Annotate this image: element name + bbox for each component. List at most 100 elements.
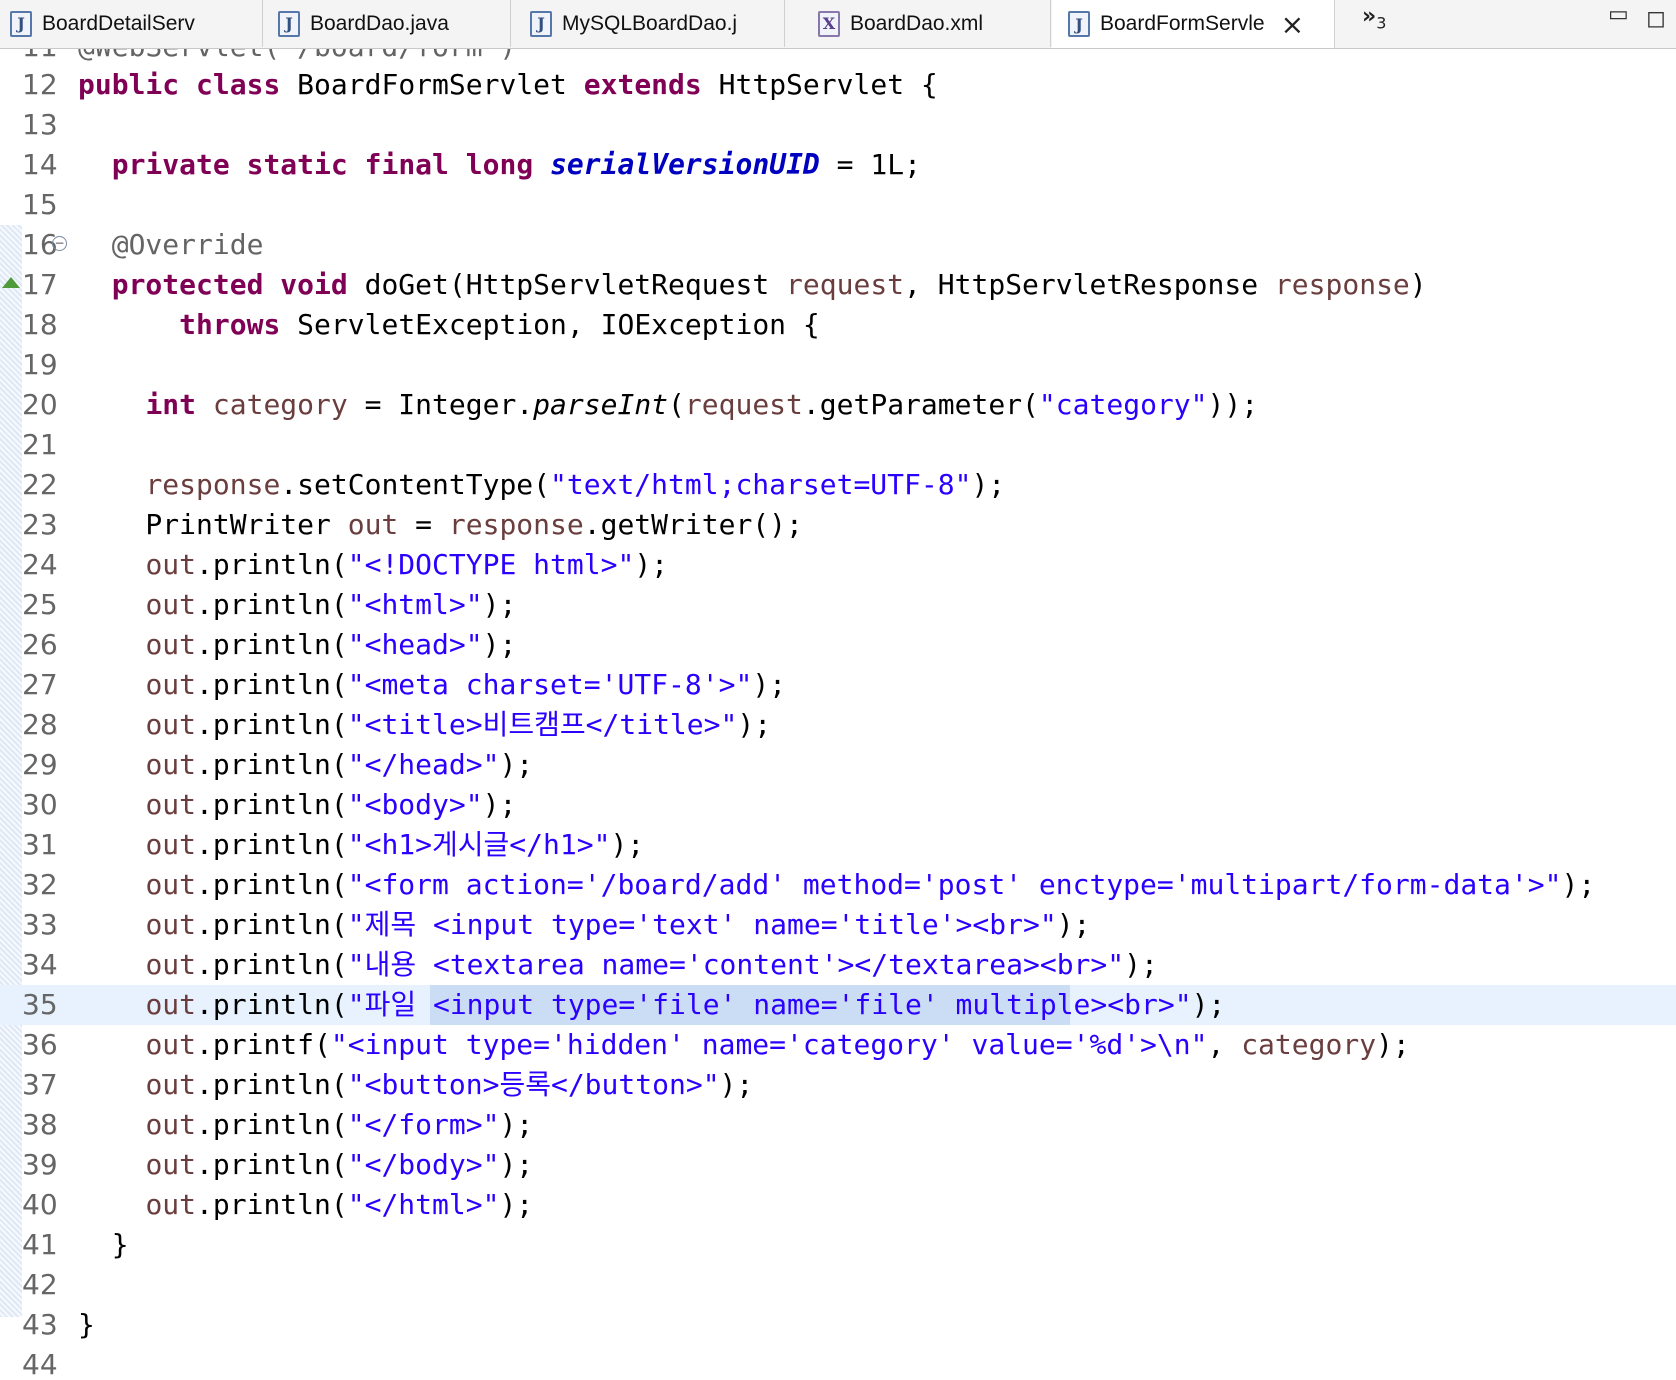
code-line-current: 35 out.println("파일 <input type='file' na… [0, 985, 1676, 1025]
code-text: @Override [111, 228, 264, 261]
line-number: 33 [22, 908, 58, 941]
override-marker-icon[interactable] [2, 277, 20, 288]
code-line: 25 out.println("<html>"); [0, 585, 1676, 625]
line-number: 12 [22, 68, 58, 101]
line-number: 38 [22, 1108, 58, 1141]
code-text: out.println("<html>"); [145, 588, 517, 621]
tab-board-detail-servlet[interactable]: J BoardDetailServ [0, 0, 263, 47]
tab-label: BoardDetailServ [42, 11, 195, 35]
line-number: 40 [22, 1188, 58, 1221]
code-text: out.println("<h1>게시글</h1>"); [145, 828, 645, 861]
line-number: 29 [22, 748, 58, 781]
code-line: 18 throws ServletException, IOException … [0, 305, 1676, 345]
code-text: } [78, 1308, 95, 1341]
java-file-icon: J [278, 10, 300, 37]
tab-board-dao-java[interactable]: J BoardDao.java [264, 0, 511, 47]
code-line: 12 public class BoardFormServlet extends… [0, 65, 1676, 105]
hidden-tab-count: 3 [1376, 13, 1387, 33]
code-line: 13 [0, 105, 1676, 145]
line-number: 42 [22, 1268, 58, 1301]
line-number: 37 [22, 1068, 58, 1101]
code-text: int category = Integer.parseInt(request.… [145, 388, 1259, 421]
java-file-icon: J [10, 10, 32, 37]
code-line: 36 out.printf("<input type='hidden' name… [0, 1025, 1676, 1065]
code-line: 43 } [0, 1305, 1676, 1345]
tab-overflow-button[interactable]: »3 [1362, 4, 1386, 32]
line-number: 43 [22, 1308, 58, 1341]
tab-mysql-board-dao[interactable]: J MySQLBoardDao.j [512, 0, 785, 47]
code-line: 31 out.println("<h1>게시글</h1>"); [0, 825, 1676, 865]
tab-label: MySQLBoardDao.j [562, 11, 738, 35]
tab-board-form-servlet[interactable]: J BoardFormServle × [1052, 0, 1335, 48]
line-number: 23 [22, 508, 58, 541]
line-number: 26 [22, 628, 58, 661]
minimize-icon[interactable]: ▭ [1608, 2, 1629, 27]
line-number: 27 [22, 668, 58, 701]
code-line: 19 [0, 345, 1676, 385]
line-number: 18 [22, 308, 58, 341]
code-text: out.println("파일 <input type='file' name=… [145, 988, 1226, 1021]
code-text: response.setContentType("text/html;chars… [145, 468, 1006, 501]
code-line: 15 [0, 185, 1676, 225]
line-number: 36 [22, 1028, 58, 1061]
line-number: 32 [22, 868, 58, 901]
line-number: 22 [22, 468, 58, 501]
line-number: 39 [22, 1148, 58, 1181]
code-line: 26 out.println("<head>"); [0, 625, 1676, 665]
line-number: 11 [22, 49, 62, 63]
code-text: out.println("<title>비트캠프</title>"); [145, 708, 772, 741]
code-text: PrintWriter out = response.getWriter(); [78, 508, 803, 541]
code-text: throws ServletException, IOException { [179, 308, 820, 341]
line-number: 15 [22, 188, 58, 221]
code-line: 42 [0, 1265, 1676, 1305]
code-line: 34 out.println("내용 <textarea name='conte… [0, 945, 1676, 985]
code-line: 22 response.setContentType("text/html;ch… [0, 465, 1676, 505]
code-text: @WebServlet("/board/form") [78, 49, 516, 63]
code-text: private static final long serialVersionU… [111, 148, 921, 181]
code-text: out.println("<body>"); [145, 788, 517, 821]
line-number: 13 [22, 108, 58, 141]
close-icon[interactable]: × [1281, 8, 1304, 41]
code-line: 21 [0, 425, 1676, 465]
code-line: 29 out.println("</head>"); [0, 745, 1676, 785]
code-line: 40 out.println("</html>"); [0, 1185, 1676, 1225]
line-number: 25 [22, 588, 58, 621]
code-line: 41 } [0, 1225, 1676, 1265]
code-text: protected void doGet(HttpServletRequest … [111, 268, 1427, 301]
code-line: 38 out.println("</form>"); [0, 1105, 1676, 1145]
code-text: out.println("<button>등록</button>"); [145, 1068, 754, 1101]
code-line: 17 protected void doGet(HttpServletReque… [0, 265, 1676, 305]
code-text: public class BoardFormServlet extends Ht… [78, 68, 938, 101]
code-line: 20 int category = Integer.parseInt(reque… [0, 385, 1676, 425]
tab-board-dao-xml[interactable]: X BoardDao.xml [786, 0, 1051, 47]
java-file-icon: J [530, 10, 552, 37]
code-text: out.println("<head>"); [145, 628, 517, 661]
maximize-icon[interactable]: ◻ [1646, 4, 1666, 32]
code-line: 28 out.println("<title>비트캠프</title>"); [0, 705, 1676, 745]
line-number: 34 [22, 948, 58, 981]
code-text: out.println("</form>"); [145, 1108, 534, 1141]
line-number: 31 [22, 828, 58, 861]
code-editor[interactable]: 11 @WebServlet("/board/form") 12 public … [0, 49, 1676, 1380]
line-number: 35 [22, 988, 58, 1021]
line-number: 14 [22, 148, 58, 181]
tab-label: BoardDao.java [310, 11, 449, 35]
code-line: 39 out.println("</body>"); [0, 1145, 1676, 1185]
code-line: 27 out.println("<meta charset='UTF-8'>")… [0, 665, 1676, 705]
tab-label: BoardFormServle [1100, 12, 1265, 35]
line-number: 44 [22, 1348, 58, 1380]
java-file-icon: J [1068, 11, 1090, 37]
code-text: out.println("내용 <textarea name='content'… [145, 948, 1158, 981]
line-number: 30 [22, 788, 58, 821]
code-text: out.println("제목 <input type='text' name=… [145, 908, 1091, 941]
code-text: out.println("</html>"); [145, 1188, 534, 1221]
code-line: 14 private static final long serialVersi… [0, 145, 1676, 185]
fold-collapse-icon[interactable]: − [52, 236, 67, 251]
line-number: 21 [22, 428, 58, 461]
code-line: 33 out.println("제목 <input type='text' na… [0, 905, 1676, 945]
editor-tab-bar: J BoardDetailServ J BoardDao.java J MySQ… [0, 0, 1676, 49]
line-number: 41 [22, 1228, 58, 1261]
line-number: 28 [22, 708, 58, 741]
code-line: 16 − @Override [0, 225, 1676, 265]
chevron-double-right-icon: » [1362, 4, 1377, 29]
